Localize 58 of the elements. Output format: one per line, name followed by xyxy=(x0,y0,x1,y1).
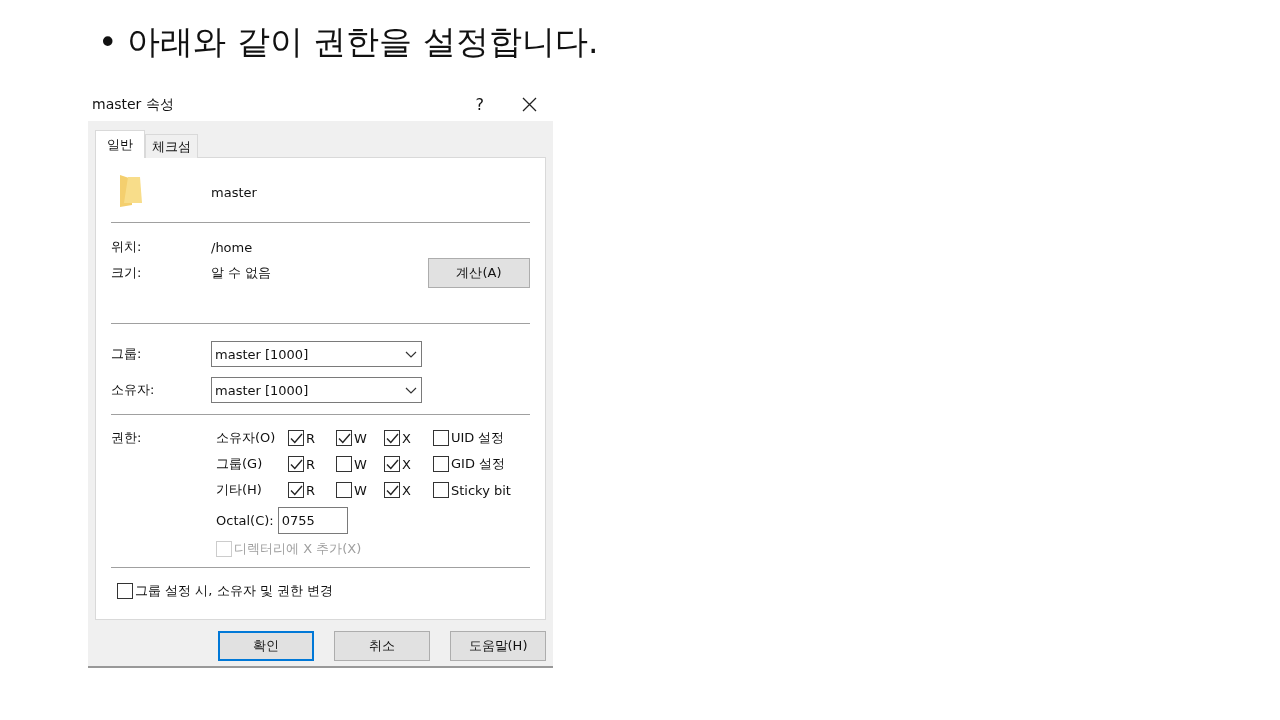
permission-class-label: 기타(H) xyxy=(216,481,263,499)
slide-heading: 아래와 같이 권한을 설정합니다. xyxy=(127,20,599,63)
checkbox[interactable] xyxy=(288,482,304,498)
checkbox[interactable] xyxy=(433,456,449,472)
checkbox-label: R xyxy=(306,456,316,472)
dialog-button[interactable]: 취소 xyxy=(334,631,430,661)
checkbox-label: X xyxy=(402,430,411,446)
checkbox[interactable] xyxy=(117,583,133,599)
dropdown[interactable]: master [1000] xyxy=(211,377,422,403)
checkbox[interactable] xyxy=(336,482,352,498)
checkbox-label: 디렉터리에 X 추가(X) xyxy=(234,540,362,558)
dropdown-value: master [1000] xyxy=(215,346,309,362)
tab[interactable]: 일반 xyxy=(95,130,145,158)
checkbox-label: GID 설정 xyxy=(451,455,506,473)
checkbox-label: Sticky bit xyxy=(451,482,511,498)
field-label: 크기: xyxy=(111,264,143,282)
checkbox[interactable] xyxy=(288,430,304,446)
checkbox-label: R xyxy=(306,482,316,498)
bullet: • xyxy=(98,22,118,62)
dialog-button[interactable]: 도움말(H) xyxy=(450,631,546,661)
field-value: 알 수 없음 xyxy=(211,264,273,282)
checkbox-label: R xyxy=(306,430,316,446)
checkbox[interactable] xyxy=(384,430,400,446)
checkbox[interactable] xyxy=(384,482,400,498)
dialog-button[interactable]: 확인 xyxy=(218,631,314,661)
permission-class-label: 그룹(G) xyxy=(216,455,264,473)
permission-class-label: 소유자(O) xyxy=(216,429,277,447)
checkbox-label: 그룹 설정 시, 소유자 및 권한 변경 xyxy=(135,582,333,600)
checkbox[interactable] xyxy=(288,456,304,472)
field-label: 권한: xyxy=(111,429,143,447)
checkbox[interactable] xyxy=(384,456,400,472)
tab[interactable]: 체크섬 xyxy=(145,134,198,158)
checkbox[interactable] xyxy=(336,430,352,446)
folder-icon xyxy=(118,172,144,209)
checkbox-label: W xyxy=(354,482,367,498)
checkbox[interactable] xyxy=(336,456,352,472)
chevron-down-icon xyxy=(405,350,417,358)
checkbox[interactable] xyxy=(433,430,449,446)
octal-field[interactable]: 0755 xyxy=(277,506,348,534)
checkbox-label: X xyxy=(402,456,411,472)
checkbox-label: W xyxy=(354,430,367,446)
field-label: Octal(C): xyxy=(216,512,274,528)
dropdown-value: master [1000] xyxy=(215,382,309,398)
chevron-down-icon xyxy=(405,386,417,394)
checkbox-label: UID 설정 xyxy=(451,429,505,447)
checkbox-label: W xyxy=(354,456,367,472)
help-button[interactable]: ? xyxy=(475,95,484,114)
dropdown[interactable]: master [1000] xyxy=(211,341,422,367)
field-label: 위치: xyxy=(111,238,143,256)
folder-name: master xyxy=(211,184,257,200)
field-value: /home xyxy=(211,239,253,255)
field-label: 소유자: xyxy=(111,381,156,399)
checkbox[interactable] xyxy=(433,482,449,498)
close-icon[interactable] xyxy=(522,97,537,112)
checkbox-label: X xyxy=(402,482,411,498)
window-title: master 속성 xyxy=(92,95,175,114)
field-label: 그룹: xyxy=(111,345,143,363)
calculate-button[interactable]: 계산(A) xyxy=(428,258,530,288)
